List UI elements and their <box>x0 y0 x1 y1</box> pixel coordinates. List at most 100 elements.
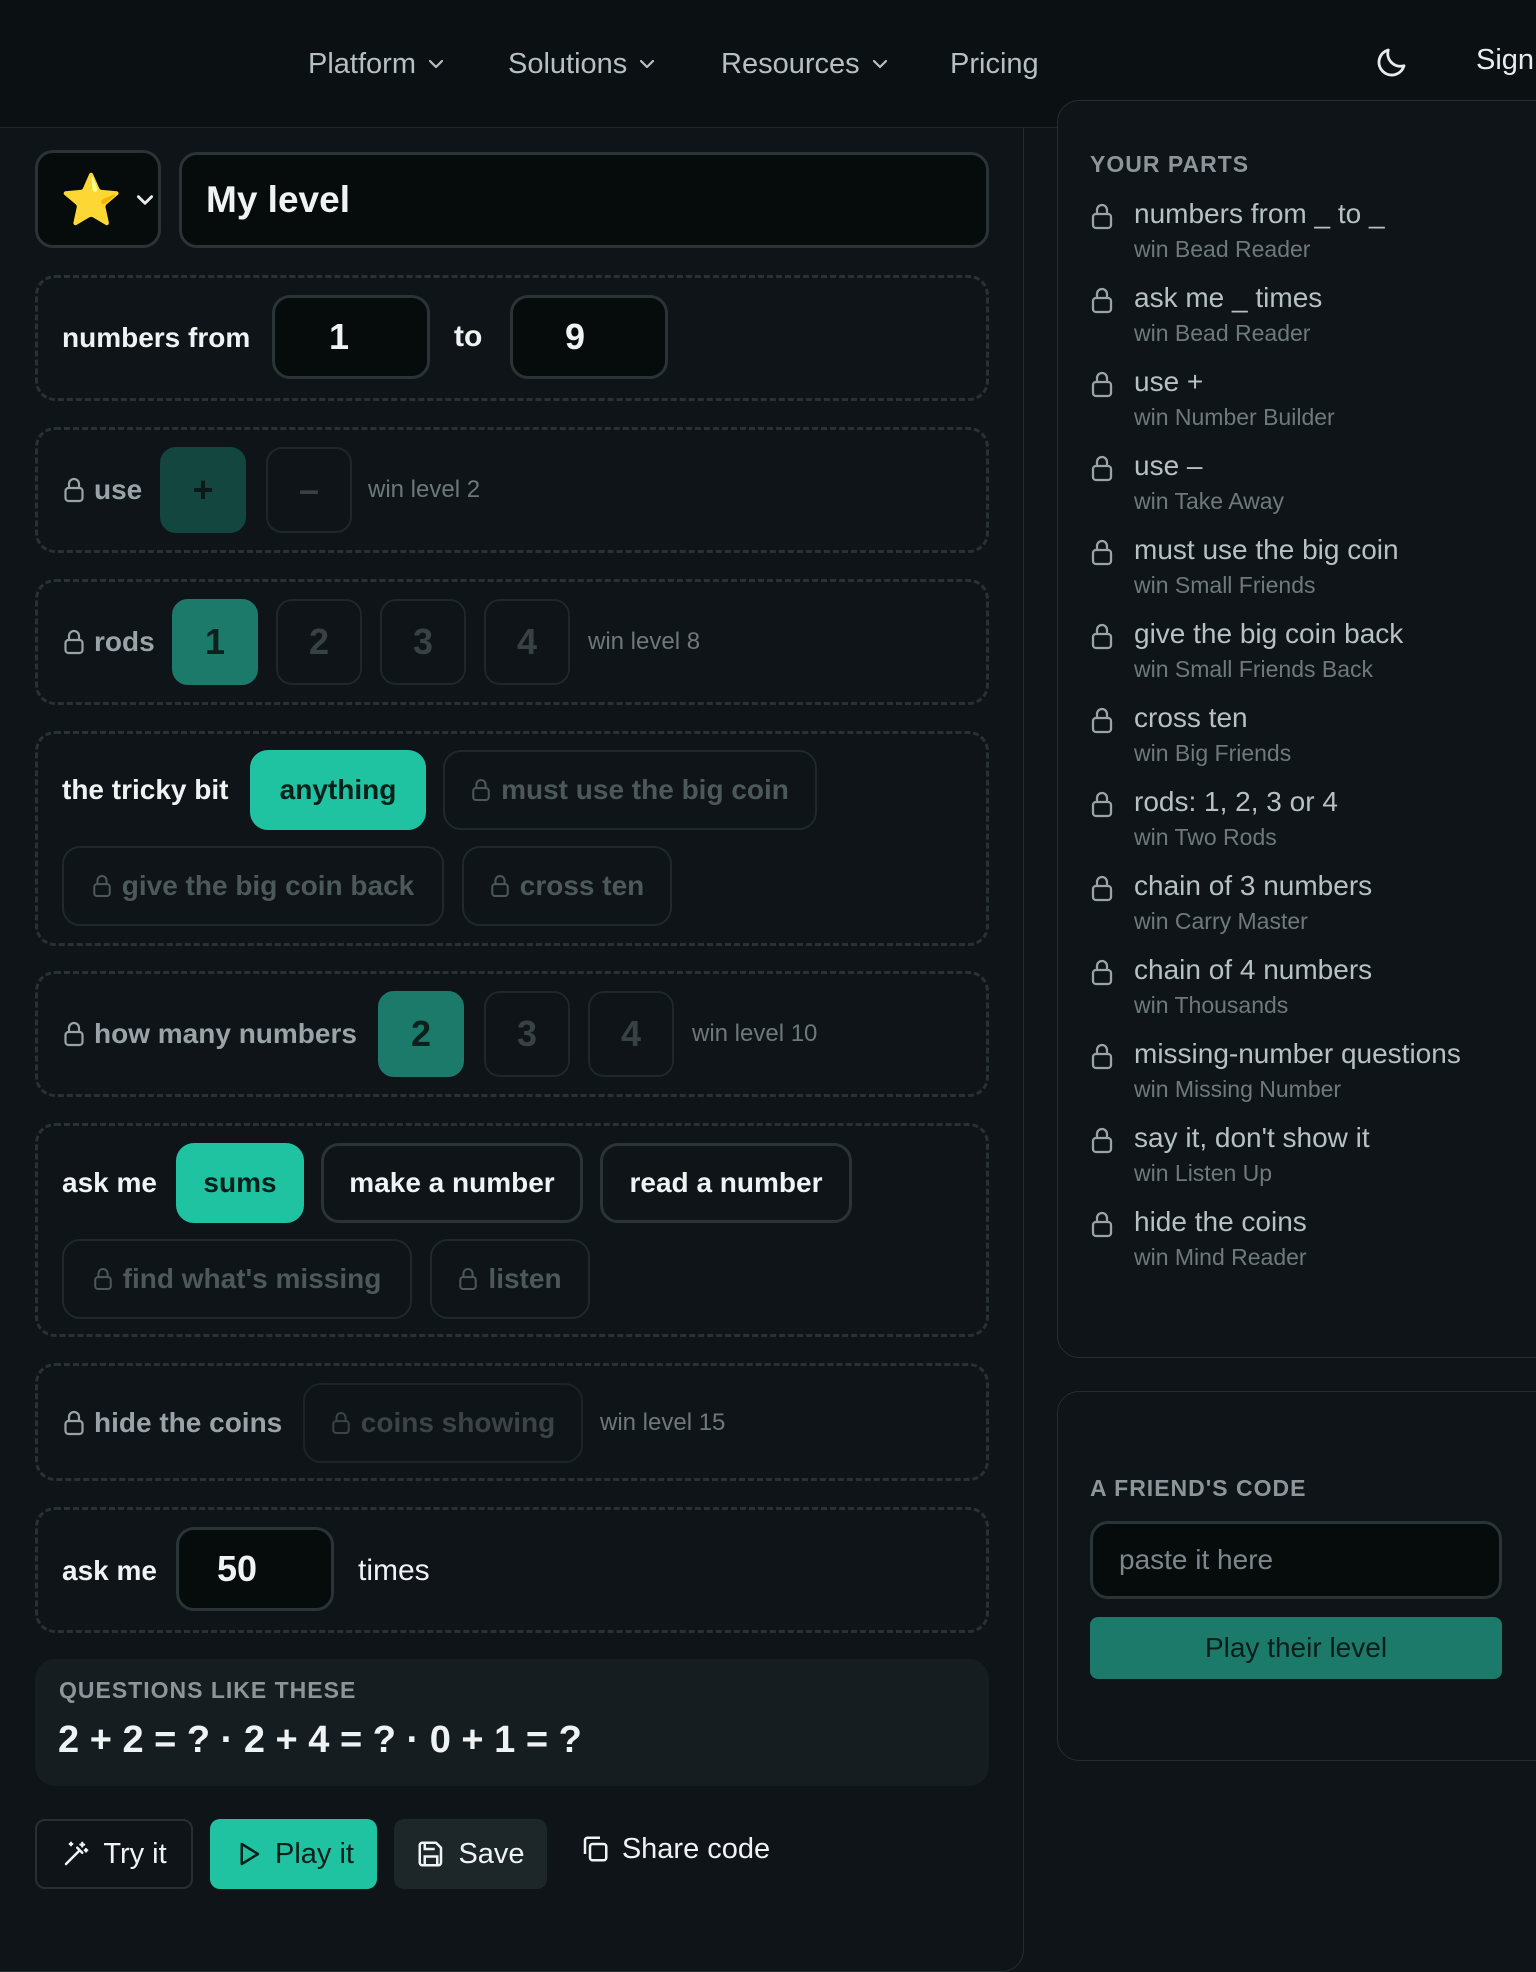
part-item: rods: 1, 2, 3 or 4 win Two Rods <box>1090 786 1530 866</box>
part-name: use + <box>1134 366 1204 397</box>
nav-platform-label: Platform <box>308 47 416 80</box>
part-item: use + win Number Builder <box>1090 366 1530 446</box>
part-item: chain of 3 numbers win Carry Master <box>1090 870 1530 950</box>
level-title-input[interactable]: My level <box>179 152 989 248</box>
rods-option-3[interactable]: 3 <box>380 599 466 685</box>
lock-icon <box>1091 1127 1113 1154</box>
question-type-missing[interactable]: find what's missing <box>62 1239 412 1319</box>
share-code-label: Share code <box>621 1832 771 1865</box>
part-unlock-hint: win Take Away <box>1134 488 1285 514</box>
try-it-button[interactable]: Try it <box>35 1819 193 1889</box>
times-suffix: times <box>358 1554 430 1587</box>
part-item: give the big coin back win Small Friends … <box>1090 618 1530 698</box>
part-name: cross ten <box>1134 702 1248 733</box>
tricky-option-big-coin[interactable]: must use the big coin <box>443 750 817 830</box>
nav-pricing[interactable]: Pricing <box>950 42 1039 86</box>
nav-platform[interactable]: Platform <box>308 42 446 86</box>
tricky-option-anything[interactable]: anything <box>250 750 426 830</box>
part-unlock-hint: win Bead Reader <box>1134 236 1311 262</box>
lock-icon <box>1091 287 1113 314</box>
chevron-down-icon <box>640 59 655 69</box>
question-type-listen[interactable]: listen <box>430 1239 590 1319</box>
times-input[interactable]: 50 <box>176 1527 334 1611</box>
chevron-down-icon <box>428 59 444 69</box>
count-option-2[interactable]: 2 <box>378 991 464 1077</box>
part-item: must use the big coin win Small Friends <box>1090 534 1530 614</box>
range-from-input[interactable]: 1 <box>272 295 430 379</box>
operation-minus[interactable]: – <box>266 447 352 533</box>
lock-icon <box>472 779 490 801</box>
part-name: chain of 3 numbers <box>1134 870 1373 901</box>
rods-option-2[interactable]: 2 <box>276 599 362 685</box>
magic-wand-icon <box>65 1841 89 1866</box>
lock-icon <box>1091 371 1113 398</box>
operation-hint: win level 2 <box>368 476 481 503</box>
range-from-value: 1 <box>329 316 350 357</box>
nav-resources[interactable]: Resources <box>721 42 890 86</box>
rods-option-1[interactable]: 1 <box>172 599 258 685</box>
question-type-listen-label: listen <box>488 1263 562 1294</box>
question-type-make[interactable]: make a number <box>321 1143 583 1223</box>
part-unlock-hint: win Carry Master <box>1134 908 1308 934</box>
lock-icon <box>64 1410 84 1436</box>
part-unlock-hint: win Thousands <box>1134 992 1289 1018</box>
part-unlock-hint: win Big Friends <box>1134 740 1292 766</box>
share-code-button[interactable]: Share code <box>570 1814 780 1884</box>
count-hint: win level 10 <box>692 1020 818 1047</box>
tricky-option-cross-ten[interactable]: cross ten <box>462 846 672 926</box>
lock-icon <box>64 1021 84 1047</box>
lock-icon <box>1091 539 1113 566</box>
part-name: chain of 4 numbers <box>1134 954 1373 985</box>
play-it-label: Play it <box>275 1837 354 1870</box>
emoji-picker[interactable]: ⭐ <box>35 150 161 248</box>
hide-coins-option[interactable]: coins showing <box>303 1383 583 1463</box>
tricky-option-coin-back[interactable]: give the big coin back <box>62 846 444 926</box>
save-icon <box>418 1841 443 1867</box>
sign-in-link[interactable]: Sign <box>1476 44 1534 77</box>
rods-option-4[interactable]: 4 <box>484 599 570 685</box>
part-item: cross ten win Big Friends <box>1090 702 1530 782</box>
range-to-label: to <box>454 320 483 353</box>
count-option-4[interactable]: 4 <box>588 991 674 1077</box>
preview-caption: QUESTIONS LIKE THESE <box>59 1677 357 1703</box>
question-type-read[interactable]: read a number <box>600 1143 852 1223</box>
part-unlock-hint: win Listen Up <box>1134 1160 1273 1186</box>
try-it-label: Try it <box>103 1837 167 1870</box>
hide-coins-hint: win level 15 <box>600 1409 726 1436</box>
count-option-3[interactable]: 3 <box>484 991 570 1077</box>
copy-icon <box>583 1836 608 1862</box>
lock-icon <box>64 477 84 503</box>
star-emoji: ⭐ <box>60 172 123 228</box>
play-it-button[interactable]: Play it <box>210 1819 377 1889</box>
play-their-level-button[interactable]: Play their level <box>1090 1617 1502 1679</box>
part-name: numbers from _ to _ <box>1134 198 1385 229</box>
questions-preview: QUESTIONS LIKE THESE 2 + 2 = ? · 2 + 4 =… <box>35 1659 989 1786</box>
range-to-input[interactable]: 9 <box>510 295 668 379</box>
question-type-sums[interactable]: sums <box>176 1143 304 1223</box>
part-unlock-hint: win Missing Number <box>1134 1076 1342 1102</box>
tricky-label: the tricky bit <box>62 774 229 805</box>
lock-icon <box>1091 1043 1113 1070</box>
part-unlock-hint: win Mind Reader <box>1134 1244 1307 1270</box>
play-icon <box>240 1842 260 1866</box>
hide-coins-label: hide the coins <box>94 1407 283 1438</box>
save-button[interactable]: Save <box>394 1819 547 1889</box>
lock-icon <box>1091 791 1113 818</box>
friend-code-input[interactable] <box>1090 1521 1502 1599</box>
rods-hint: win level 8 <box>588 628 701 655</box>
tricky-option-coin-back-label: give the big coin back <box>121 870 415 901</box>
part-item: hide the coins win Mind Reader <box>1090 1206 1530 1286</box>
moon-icon[interactable] <box>1374 44 1410 80</box>
part-name: ask me _ times <box>1134 282 1323 313</box>
nav-solutions[interactable]: Solutions <box>508 42 657 86</box>
tricky-option-big-coin-label: must use the big coin <box>501 774 789 805</box>
hide-coins-option-label: coins showing <box>360 1407 556 1438</box>
part-unlock-hint: win Small Friends Back <box>1134 656 1374 682</box>
range-to-value: 9 <box>565 316 586 357</box>
part-item: numbers from _ to _win Bead Reader <box>1090 198 1530 278</box>
lock-icon <box>1091 623 1113 650</box>
preview-questions: 2 + 2 = ? · 2 + 4 = ? · 0 + 1 = ? <box>58 1719 582 1761</box>
part-unlock-hint: win Number Builder <box>1134 404 1335 430</box>
operation-plus[interactable]: + <box>160 447 246 533</box>
lock-icon <box>1091 875 1113 902</box>
